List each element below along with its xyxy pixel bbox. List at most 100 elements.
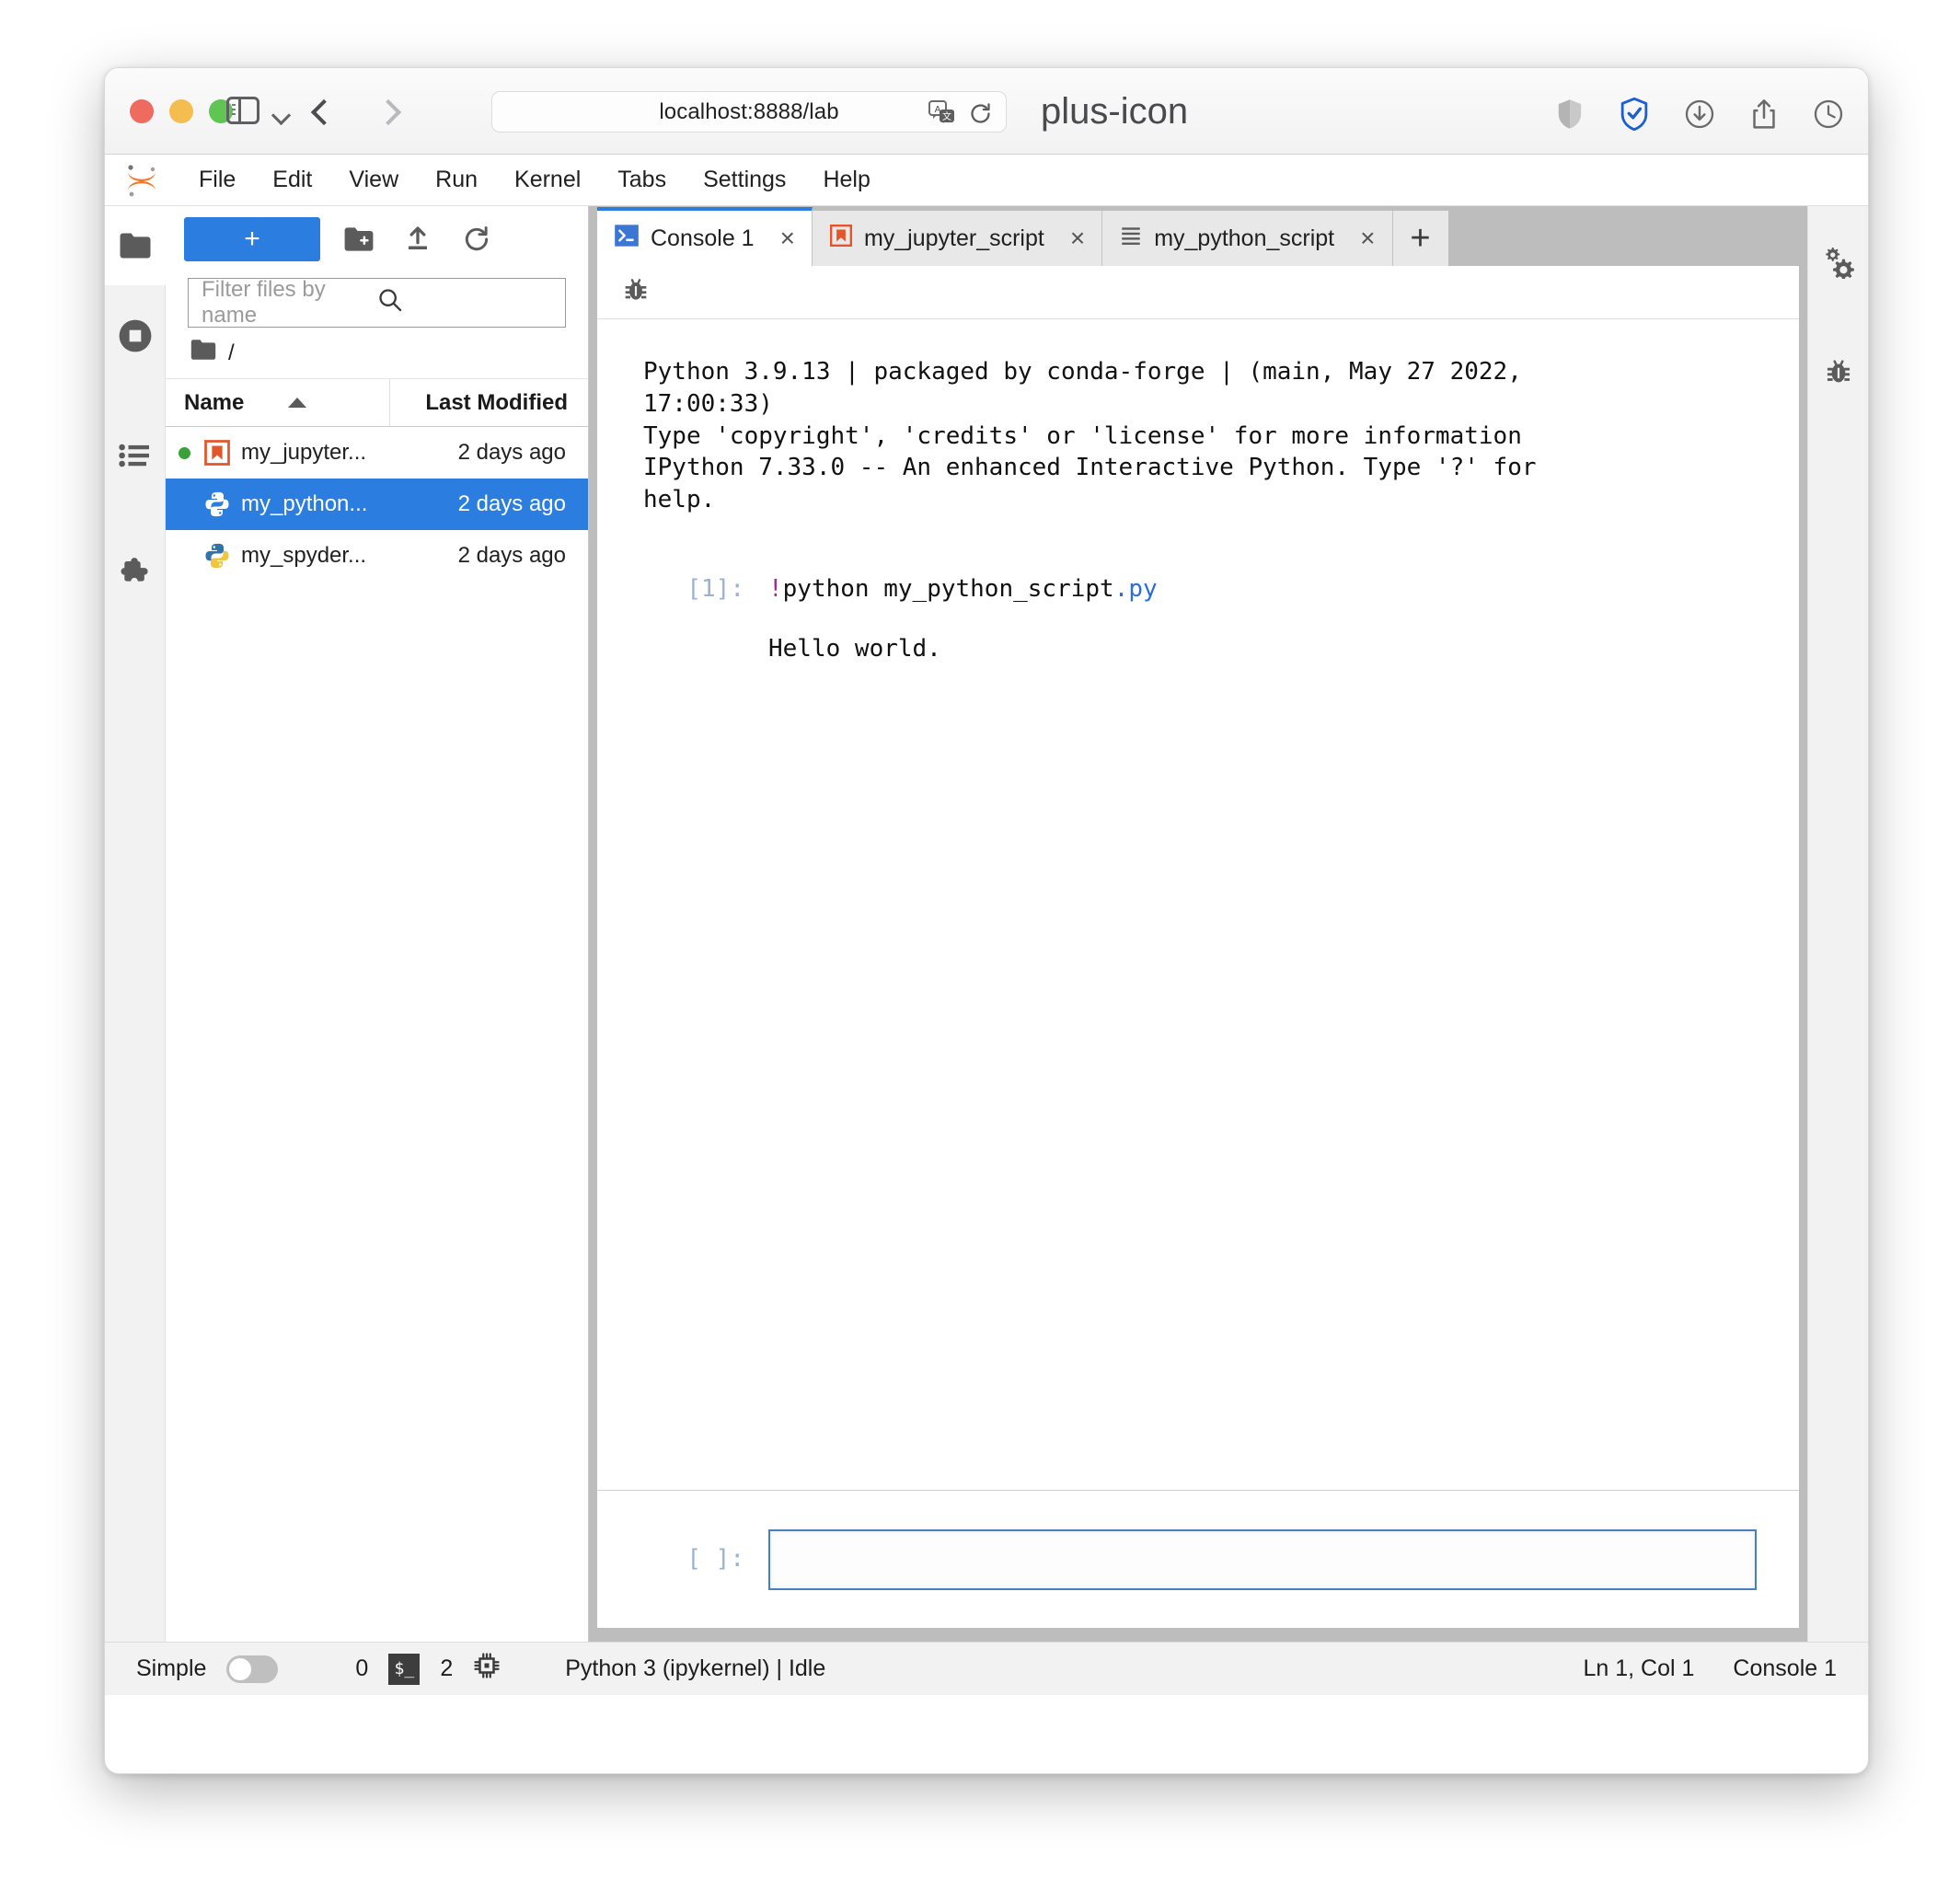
cell-prompt: [1]: xyxy=(686,575,744,604)
tab-my-python-script[interactable]: my_python_script × xyxy=(1102,211,1393,266)
new-tab-button[interactable]: plus-icon xyxy=(1041,93,1188,130)
running-indicator xyxy=(179,446,199,459)
upload-icon[interactable] xyxy=(398,219,438,260)
close-window-button[interactable] xyxy=(130,99,154,123)
terminal-icon[interactable]: $_ xyxy=(388,1653,421,1685)
kernel-banner: Python 3.9.13 | packaged by conda-forge … xyxy=(643,358,1537,514)
browser-window: localhost:8888/lab A 文 plus-icon File Ed… xyxy=(104,67,1869,1774)
jupyterlab-menubar: File Edit View Run Kernel Tabs Settings … xyxy=(105,155,1868,206)
cell-code-main: python my_python_script xyxy=(782,575,1114,604)
console-cell: [1]: !python my_python_script.py xyxy=(643,573,1753,606)
browser-toolbar: localhost:8888/lab A 文 plus-icon xyxy=(105,68,1868,155)
close-icon[interactable]: × xyxy=(1070,224,1085,253)
translate-icon[interactable]: A 文 xyxy=(928,100,956,131)
sidebar-item-property-inspector[interactable] xyxy=(1808,206,1869,317)
reload-icon[interactable] xyxy=(968,101,993,131)
file-modified: 2 days ago xyxy=(457,440,566,465)
console-input-area: [ ]: xyxy=(597,1490,1799,1628)
download-icon[interactable] xyxy=(1685,99,1714,133)
cell-source[interactable]: !python my_python_script.py xyxy=(744,573,1158,606)
close-icon[interactable]: × xyxy=(1360,224,1375,253)
sidebar-toggle-icon[interactable] xyxy=(226,97,259,126)
menu-kernel[interactable]: Kernel xyxy=(496,161,599,199)
file-list-item[interactable]: my_spyder... 2 days ago xyxy=(166,530,588,582)
file-name: my_python... xyxy=(241,491,368,516)
search-icon[interactable] xyxy=(377,287,553,319)
sidebar-item-file-browser[interactable] xyxy=(105,206,166,285)
terminals-count: 0 xyxy=(355,1655,369,1681)
console-icon xyxy=(614,223,640,255)
refresh-icon[interactable] xyxy=(456,219,497,260)
output-prompt-spacer xyxy=(643,633,744,665)
python-file-icon xyxy=(199,490,236,518)
sort-ascending-icon xyxy=(288,398,307,408)
file-filter-input[interactable]: Filter files by name xyxy=(188,277,566,328)
file-modified: 2 days ago xyxy=(457,543,566,568)
share-icon[interactable] xyxy=(1750,98,1778,134)
dock-area: Console 1 × my_jupyter_script × my_pytho… xyxy=(589,206,1807,1642)
sidebar-item-extension-manager[interactable] xyxy=(105,536,166,615)
chevron-down-icon[interactable] xyxy=(271,105,292,126)
column-header-name[interactable]: Name xyxy=(166,379,390,426)
sidebar-item-debugger[interactable] xyxy=(1808,317,1869,427)
main-area: + Filter files by name / Name Last Modif… xyxy=(105,206,1868,1642)
forward-arrow-icon[interactable] xyxy=(375,98,402,126)
active-document-name: Console 1 xyxy=(1733,1655,1837,1681)
file-name: my_jupyter... xyxy=(241,440,367,465)
tab-label: my_python_script xyxy=(1154,225,1335,251)
minimize-window-button[interactable] xyxy=(169,99,193,123)
menu-run[interactable]: Run xyxy=(417,161,496,199)
file-name: my_spyder... xyxy=(241,543,367,568)
console-input[interactable] xyxy=(768,1528,1757,1590)
dock-tab-bar: Console 1 × my_jupyter_script × my_pytho… xyxy=(597,207,1799,266)
right-activity-bar xyxy=(1807,206,1868,1642)
column-header-last-modified[interactable]: Last Modified xyxy=(390,390,588,416)
console-output-area: Python 3.9.13 | packaged by conda-forge … xyxy=(597,319,1799,1490)
file-list-item[interactable]: my_jupyter... 2 days ago xyxy=(166,427,588,479)
close-icon[interactable]: × xyxy=(780,224,795,253)
new-folder-icon[interactable] xyxy=(339,219,379,260)
menu-tabs[interactable]: Tabs xyxy=(599,161,685,199)
simple-mode-label: Simple xyxy=(136,1655,207,1681)
tab-label: Console 1 xyxy=(651,225,755,251)
file-browser-panel: + Filter files by name / Name Last Modif… xyxy=(166,206,589,1642)
svg-text:文: 文 xyxy=(942,110,951,122)
shield-icon[interactable] xyxy=(1556,98,1584,134)
file-list-item[interactable]: my_python... 2 days ago xyxy=(166,479,588,530)
blue-shield-check-icon[interactable] xyxy=(1620,97,1649,135)
left-activity-bar xyxy=(105,206,166,1642)
menu-settings[interactable]: Settings xyxy=(685,161,804,199)
menu-file[interactable]: File xyxy=(180,161,254,199)
menu-help[interactable]: Help xyxy=(804,161,888,199)
kernel-status[interactable]: Python 3 (ipykernel) | Idle xyxy=(565,1655,825,1682)
new-launcher-button[interactable]: + xyxy=(184,217,320,261)
kernels-count: 2 xyxy=(440,1655,454,1681)
menu-edit[interactable]: Edit xyxy=(254,161,330,199)
console-toolbar xyxy=(597,266,1799,319)
simple-mode-toggle[interactable] xyxy=(226,1655,279,1683)
cell-code-extension: .py xyxy=(1113,575,1158,604)
text-file-icon xyxy=(1119,224,1143,254)
sidebar-item-table-of-contents[interactable] xyxy=(105,416,166,495)
output-text: Hello world. xyxy=(768,634,941,663)
tab-console-1[interactable]: Console 1 × xyxy=(597,207,813,266)
history-clock-icon[interactable] xyxy=(1814,99,1843,133)
status-bar: Simple 0 $_ 2 Python 3 (ipykernel) | Idl… xyxy=(105,1642,1868,1695)
tab-label: my_jupyter_script xyxy=(863,225,1044,251)
notebook-icon xyxy=(199,439,236,467)
browser-right-icons xyxy=(1556,97,1843,135)
python-file-icon xyxy=(199,542,236,570)
tab-my-jupyter-script[interactable]: my_jupyter_script × xyxy=(812,211,1103,266)
url-text: localhost:8888/lab xyxy=(659,98,839,124)
breadcrumb[interactable]: / xyxy=(166,328,588,379)
column-header-name-label: Name xyxy=(184,389,245,415)
add-tab-button[interactable]: + xyxy=(1392,211,1448,266)
file-list-header: Name Last Modified xyxy=(166,379,588,427)
back-arrow-icon[interactable] xyxy=(310,98,338,126)
address-bar[interactable]: localhost:8888/lab A 文 xyxy=(491,91,1007,133)
console-output: Hello world. xyxy=(643,633,1753,665)
sidebar-item-running[interactable] xyxy=(105,296,166,375)
bug-icon[interactable] xyxy=(621,275,651,309)
kernel-chip-icon[interactable] xyxy=(473,1652,501,1686)
menu-view[interactable]: View xyxy=(330,161,417,199)
